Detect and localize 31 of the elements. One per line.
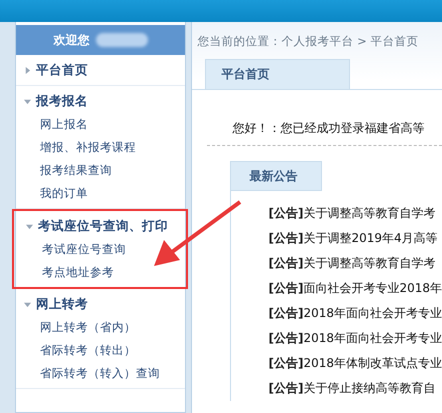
notice-link[interactable]: [公告]2018年面向社会开考专业 [268,326,442,351]
greeting-text: 您好！：您已经成功登录福建省高等 [232,120,426,137]
notice-link[interactable]: [公告]面向社会开考专业2018年 [268,276,442,301]
sidebar-item[interactable]: 网上报名 [16,113,186,136]
breadcrumb: 您当前的位置：个人报考平台 > 平台首页 [196,33,420,49]
sidebar-item[interactable]: 考试座位号查询 [18,238,186,261]
sidebar-section[interactable]: 报考报名 [36,93,88,110]
caret-right-icon [24,67,31,74]
welcome-text: 欢迎您 [54,32,90,48]
sidebar-item[interactable]: 我的订单 [16,182,186,205]
notice-link[interactable]: [公告]2018年体制改革试点专业 [268,351,442,376]
notice-link[interactable]: [公告]关于调整2019年4月高等 [268,226,442,251]
sidebar-section[interactable]: 平台首页 [36,62,88,79]
caret-down-icon [26,223,33,230]
caret-down-icon [24,301,31,308]
sidebar-section[interactable]: 网上转考 [36,296,88,313]
sidebar-item[interactable]: 省际转考（转出） [16,339,186,362]
notice-link[interactable]: [公告]关于调整高等教育自学考 [268,201,442,226]
sidebar-item[interactable]: 考点地址参考 [18,261,186,284]
sidebar-section[interactable]: 考试座位号查询、打印 [38,218,168,235]
notice-link[interactable]: [公告]关于调整高等教育自学考 [268,251,442,276]
section-title: 最新公告 [230,161,322,191]
caret-down-icon [24,98,31,105]
sidebar-item[interactable]: 省际转考（转入）查询 [16,362,186,385]
sidebar-item[interactable]: 增报、补报考课程 [16,136,186,159]
notice-link[interactable]: [公告]2018年面向社会开考专业 [268,301,442,326]
sidebar-item[interactable]: 报考结果查询 [16,159,186,182]
notice-link[interactable]: [公告]关于停止接纳高等教育自 [268,376,442,401]
tab[interactable]: 平台首页 [205,59,350,89]
blurred-username [96,33,148,47]
sidebar-item[interactable]: 网上转考（省内） [16,316,186,339]
